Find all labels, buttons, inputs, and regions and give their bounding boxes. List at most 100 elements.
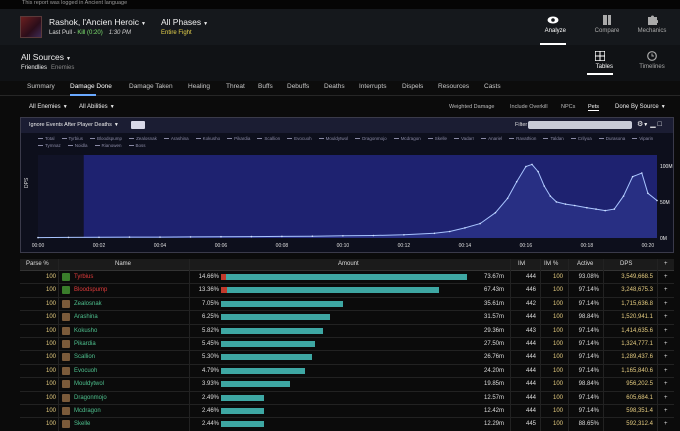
expand-row-icon[interactable]: + [664,328,668,334]
header-amount[interactable]: Amount [338,261,359,267]
player-name[interactable]: Arashina [74,314,98,320]
column-divider [58,259,59,431]
tab-debuffs[interactable]: Debuffs [287,83,309,96]
enemies-option[interactable]: Enemies [51,65,74,71]
player-name[interactable]: Zealosnak [74,301,102,307]
player-name[interactable]: Tyrbius [74,274,93,280]
table-row[interactable]: 100 Bloodspump 13.36% 67.43m 446 100 97.14% 3,2… [20,284,674,298]
expand-row-icon[interactable]: + [664,421,668,427]
tab-summary[interactable]: Summary [27,83,55,96]
player-name[interactable]: Kokusho [74,328,97,334]
damage-bar-fill [221,327,323,334]
chevron-down-icon: ▼ [66,56,71,62]
column-divider [568,259,569,431]
item-level: 444 [525,381,536,388]
table-row[interactable]: 100 Mouldytwol 3.93% 19.85m 444 100 98.84% 956,… [20,378,674,392]
table-row[interactable]: 100 Zealosnak 7.05% 35.61m 442 100 97.14% 1,715… [20,298,674,312]
x-tick-label: 00:10 [337,243,350,249]
source-title: All Sources [21,52,64,62]
tab-damage-taken[interactable]: Damage Taken [129,83,173,96]
expand-row-icon[interactable]: + [664,341,668,347]
parse-value: 100 [45,274,56,280]
dps-value: 3,549,668.5 [621,274,653,280]
table-row[interactable]: 100 Pikardia 5.45% 27.50m 444 100 97.14% 1,324,… [20,338,674,352]
table-row[interactable]: 100 Dragonmojo 2.49% 12.57m 444 100 97.14% 605,… [20,392,674,405]
parse-value: 100 [45,354,56,361]
weighted-damage-option[interactable]: Weighted Damage [449,104,494,110]
tab-casts[interactable]: Casts [484,83,501,96]
nav-mechanics[interactable]: Mechanics [630,9,674,45]
view-timelines[interactable]: Timelines [631,45,673,75]
expand-row-icon[interactable]: + [664,314,668,320]
table-row[interactable]: 100 Evocuoh 4.79% 24.20m 444 100 97.14% 1,165,8… [20,365,674,379]
group-by-selector[interactable]: Done By Source ▼ [615,104,666,110]
damage-amount: 19.85m [483,381,504,388]
damage-amount: 27.50m [483,341,504,347]
expand-row-icon[interactable]: + [664,287,668,293]
tab-buffs[interactable]: Buffs [258,83,273,96]
player-name[interactable]: Pikardia [74,341,96,347]
player-name[interactable]: Bloodspump [74,287,107,293]
class-icon [62,353,70,362]
damage-bar [221,367,475,374]
nav-analyze[interactable]: Analyze [540,9,566,45]
fight-header: Rashok, l'Ancien Heroic ▼ Last Pull - Kil… [0,9,680,45]
expand-row-icon[interactable]: + [664,381,668,387]
tab-interrupts[interactable]: Interrupts [359,83,386,96]
column-divider [540,259,541,431]
table-row[interactable]: 100 Skelle 2.44% 12.29m 445 100 88.65% 592,312.… [20,418,674,431]
data-point [622,195,625,197]
tab-deaths[interactable]: Deaths [324,83,345,96]
expand-row-icon[interactable]: + [664,368,668,374]
tab-damage-done[interactable]: Damage Done [70,83,112,96]
header-parse[interactable]: Parse % [26,261,49,267]
nav-analyze-label: Analyze [544,28,566,34]
abilities-filter[interactable]: All Abilities ▼ [79,104,115,110]
expand-row-icon[interactable]: + [664,274,668,280]
damage-bar-fill [226,274,468,280]
source-selector[interactable]: All Sources ▼ [21,52,71,62]
data-point [531,163,533,166]
table-row[interactable]: 100 Kokusho 5.82% 29.36m 443 100 97.14% 1,414,6… [20,325,674,338]
player-name[interactable]: Mouldytwol [74,381,104,387]
player-name[interactable]: Skelle [74,421,90,427]
phase-selector[interactable]: All Phases ▼ [161,17,208,27]
tab-resources[interactable]: Resources [438,83,469,96]
player-name[interactable]: Evocuoh [74,368,97,374]
dps-chart[interactable]: 100M 50M 0M 00:00 00:02 00:04 00:06 00:08 00:10 0… [21,118,673,252]
item-level-parse: 100 [552,327,563,334]
include-overkill-option[interactable]: Include Overkill [510,104,548,110]
table-row[interactable]: 100 Arashina 6.25% 31.57m 444 100 98.84% 1,520,… [20,311,674,325]
enemies-filter[interactable]: All Enemies ▼ [29,104,68,110]
expand-row-icon[interactable]: + [664,395,668,401]
header-dps[interactable]: DPS [620,261,632,267]
player-name[interactable]: Mcdragon [74,408,101,414]
npcs-option[interactable]: NPCs [561,104,575,110]
expand-row-icon[interactable]: + [664,301,668,307]
pets-option[interactable]: Pets [588,104,600,111]
damage-percent: 3.93% [201,381,219,388]
table-row[interactable]: 100 Tyrbius 14.66% 73.67m 444 100 93.08% 3,549,… [20,271,674,285]
nav-compare[interactable]: Compare [585,9,629,45]
table-row[interactable]: 100 Mcdragon 2.46% 12.42m 444 100 97.14% 598,35… [20,405,674,419]
header-ilvl-pct[interactable]: Ilvl % [544,261,558,267]
header-expand[interactable]: + [664,261,668,267]
boss-selector[interactable]: Rashok, l'Ancien Heroic ▼ [49,17,146,27]
data-point [506,197,509,200]
header-active[interactable]: Active [577,261,593,267]
boss-portrait [20,16,42,38]
friendlies-option[interactable]: Friendlies [21,65,47,71]
header-ilvl[interactable]: Ilvl [518,261,525,267]
expand-row-icon[interactable]: + [664,408,668,414]
class-icon [62,366,70,375]
tab-dispels[interactable]: Dispels [402,83,423,96]
player-name[interactable]: Scallion [74,354,95,360]
class-icon [62,420,70,429]
tab-healing[interactable]: Healing [188,83,210,96]
expand-row-icon[interactable]: + [664,354,668,360]
table-row[interactable]: 100 Scallion 5.30% 26.76m 444 100 97.14% 1,289,… [20,351,674,365]
tab-threat[interactable]: Threat [226,83,245,96]
player-name[interactable]: Dragonmojo [74,395,107,401]
view-tables[interactable]: Tables [587,45,613,75]
header-name[interactable]: Name [115,261,131,267]
